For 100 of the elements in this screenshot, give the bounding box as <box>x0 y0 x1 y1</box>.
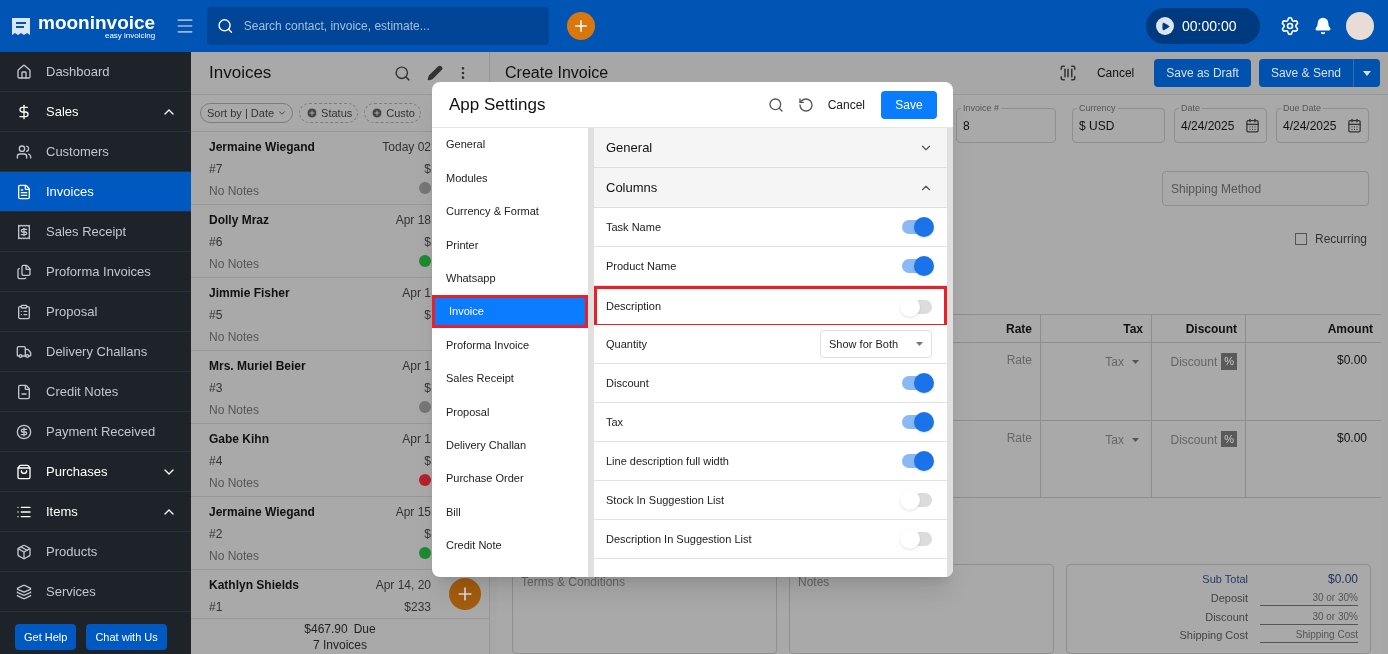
recurring-label: Recurring <box>1314 231 1367 248</box>
invoice-date: Apr 15 <box>395 504 431 521</box>
percent-toggle[interactable]: % <box>1221 353 1237 370</box>
toggle-switch[interactable] <box>902 415 932 429</box>
invoice-number: #1 <box>209 599 224 616</box>
field-label: Date <box>1179 102 1202 114</box>
search-field[interactable]: Search contact, invoice, estimate... <box>207 7 550 45</box>
customer-name: Jermaine Wiegand <box>209 504 315 521</box>
calendar-icon <box>1245 118 1260 133</box>
invoice-date: Apr 14, 20 <box>375 577 431 594</box>
toggle-switch[interactable] <box>902 532 932 546</box>
invoice-number: #4 <box>209 453 224 470</box>
menu-item-icon <box>16 343 32 360</box>
toggle-switch[interactable] <box>902 299 932 314</box>
bell-icon[interactable] <box>1314 17 1332 35</box>
toggle-switch[interactable] <box>902 454 932 468</box>
toggle-switch[interactable] <box>902 376 932 390</box>
total-label: Discount <box>1205 609 1248 625</box>
invoice-notes: No Notes <box>209 548 261 565</box>
caret-icon <box>1132 437 1139 442</box>
invoice-count: 7 Invoices <box>313 636 367 653</box>
field-value: 4/24/2025 <box>1283 117 1337 135</box>
timer-pill[interactable]: 00:00:00 <box>1146 8 1260 44</box>
invoice-amount: $ <box>424 526 431 543</box>
menu-item-icon <box>16 463 32 480</box>
due-total: $467.90 <box>304 620 348 637</box>
search-icon <box>217 17 234 35</box>
search-icon[interactable] <box>394 64 411 82</box>
menu-item-icon <box>16 103 32 120</box>
setting-label: Quantity <box>606 336 647 352</box>
save-button[interactable]: Save <box>881 90 937 119</box>
invoice-notes: No Notes <box>209 183 261 200</box>
customer-name: Kathlyn Shields <box>209 577 300 594</box>
customer-name: Dolly Mraz <box>209 212 269 229</box>
total-input[interactable]: Shipping Cost <box>1260 627 1358 644</box>
invoice-amount: $ <box>424 453 431 470</box>
settings-nav-item[interactable]: Invoice <box>432 294 588 329</box>
caret-icon <box>1363 70 1371 76</box>
invoice-notes: No Notes <box>209 475 261 492</box>
chevron-down-icon <box>277 108 288 118</box>
total-value: $0.00 <box>1326 571 1358 588</box>
cancel-button[interactable]: Cancel <box>1096 64 1135 82</box>
field-value: 8 <box>963 117 970 135</box>
settings-icon[interactable] <box>1280 16 1300 36</box>
menu-item-icon <box>16 183 32 200</box>
section-header[interactable]: General <box>594 128 947 168</box>
section-header[interactable]: Columns <box>594 168 947 208</box>
save-draft-button[interactable]: Save as Draft <box>1154 59 1251 87</box>
search-input[interactable]: Search contact, invoice, estimate... <box>243 17 540 35</box>
menu-item-icon <box>16 143 32 160</box>
avatar[interactable] <box>1346 12 1374 40</box>
invoice-notes: No Notes <box>209 329 261 346</box>
add-button[interactable] <box>567 12 596 40</box>
reset-icon[interactable] <box>797 96 814 113</box>
toggle-switch[interactable] <box>902 220 932 234</box>
field-label: Currency <box>1077 102 1118 114</box>
column-header: Amount <box>1245 315 1381 342</box>
calendar-icon <box>1347 118 1362 133</box>
toggle-switch[interactable] <box>902 493 932 507</box>
recurring-checkbox[interactable] <box>1294 233 1307 245</box>
pencil-icon[interactable] <box>427 65 443 81</box>
search-icon[interactable] <box>767 96 784 113</box>
cancel-button[interactable]: Cancel <box>827 95 865 114</box>
shipping-method-field[interactable]: Shipping Method <box>1162 171 1369 206</box>
customer-name: Jermaine Wiegand <box>209 139 315 156</box>
plus-circle-icon <box>306 107 319 119</box>
invoice-number: #7 <box>209 161 224 178</box>
setting-label: Description In Suggestion List <box>606 531 752 547</box>
total-input[interactable]: 30 or 30% <box>1260 590 1358 607</box>
play-icon <box>1156 17 1174 35</box>
setting-label: Tax <box>606 414 624 430</box>
amount-value: $0.00 <box>1336 352 1367 369</box>
toggle-switch[interactable] <box>902 259 932 273</box>
help-button[interactable]: Get Help <box>15 624 77 650</box>
total-label: Sub Total <box>1202 571 1248 587</box>
invoice-amount: $ <box>424 161 431 178</box>
caret-icon <box>916 342 923 346</box>
plus-circle-icon <box>371 107 384 119</box>
customer-name: Jimmie Fisher <box>209 285 290 302</box>
setting-label: Description <box>606 299 662 315</box>
panel-title: Invoices <box>209 62 273 85</box>
quantity-dropdown[interactable]: Show for Both <box>820 330 932 358</box>
invoice-notes: No Notes <box>209 402 261 419</box>
menu-item-icon <box>16 583 32 600</box>
barcode-icon[interactable] <box>1058 64 1077 82</box>
invoice-notes: No Notes <box>209 256 261 273</box>
percent-toggle[interactable]: % <box>1221 430 1237 447</box>
invoice-number: #2 <box>209 526 224 543</box>
page-title: Create Invoice <box>505 63 610 83</box>
setting-label: Line description full width <box>606 453 729 469</box>
sidebar-item[interactable]: Invoices <box>0 172 191 212</box>
total-input[interactable]: 30 or 30% <box>1260 608 1358 625</box>
column-header: Tax <box>1040 315 1151 342</box>
dialog-title: App Settings <box>449 93 547 116</box>
add-invoice-button[interactable] <box>449 578 481 610</box>
help-button[interactable]: Chat with Us <box>86 624 167 650</box>
invoice-amount: $ <box>424 234 431 251</box>
logo-icon <box>10 15 32 37</box>
field-label: Due Date <box>1281 102 1324 114</box>
column-header: Rate <box>952 315 1040 342</box>
